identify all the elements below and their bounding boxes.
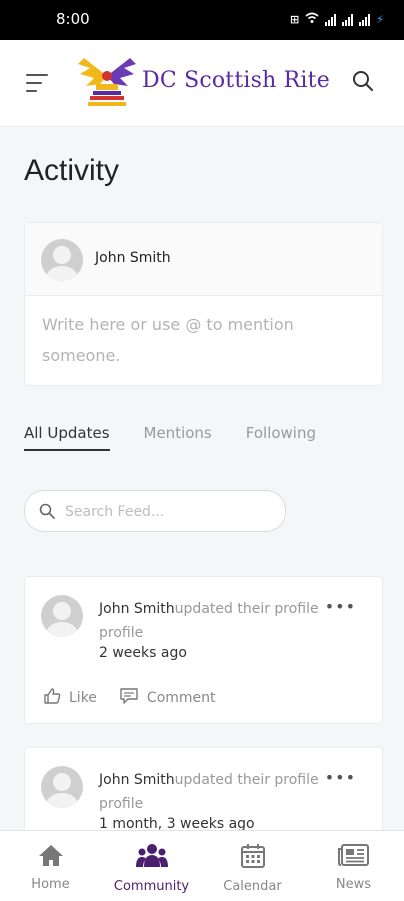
search-icon [39,503,55,523]
activity-actions: Like Comment [43,687,216,709]
calendar-icon [240,843,266,873]
community-icon [135,843,168,873]
home-icon [38,843,64,871]
nav-news-label: News [335,877,372,892]
comment-label: Comment [146,690,216,706]
battery-icon: ⚡ [376,13,384,26]
nav-community[interactable]: Community [101,831,202,901]
nav-news[interactable]: News [303,831,404,901]
signal-icon [342,13,354,26]
like-label: Like [69,690,97,706]
comment-button[interactable]: Comment [119,687,216,709]
post-composer[interactable]: John Smith Write here or use @ to mentio… [24,222,383,386]
activity-action: updated their profile [174,601,319,617]
avatar[interactable] [41,766,83,808]
composer-username: John Smith [95,250,171,266]
more-options-icon[interactable]: ••• [325,597,356,616]
composer-header: John Smith [25,223,382,296]
page-title: Activity [24,154,120,187]
activity-action-cont: profile [99,796,144,812]
signal-icon [359,13,371,26]
nav-calendar-label: Calendar [223,879,282,894]
search-icon[interactable] [352,70,374,96]
nav-community-label: Community [113,879,190,894]
more-options-icon[interactable]: ••• [325,768,356,787]
search-feed-input[interactable] [63,499,267,525]
brand-name: DC Scottish Rite [142,68,330,93]
menu-icon[interactable] [26,74,48,98]
activity-action-cont: profile [99,625,144,641]
activity-action: updated their profile [174,772,319,788]
comment-icon [119,687,139,709]
tab-all-updates[interactable]: All Updates [24,424,110,451]
nav-home[interactable]: Home [0,831,101,901]
tab-following[interactable]: Following [246,424,316,451]
activity-username[interactable]: John Smith [99,601,175,617]
like-button[interactable]: Like [43,687,97,709]
nav-calendar[interactable]: Calendar [202,831,303,901]
news-icon [337,843,370,871]
nav-home-label: Home [31,877,70,892]
composer-input[interactable]: Write here or use @ to mention someone. [42,309,342,371]
feed-tabs: All Updates Mentions Following [24,424,316,451]
tab-mentions[interactable]: Mentions [144,424,212,451]
activity-text: John Smithupdated their profile profile [99,597,339,645]
status-time: 8:00 [56,10,90,28]
status-bar: 8:00 ⊞ ⚡ [0,0,404,40]
activity-card: John Smithupdated their profile profile … [24,576,383,724]
app-header: DC Scottish Rite [0,40,404,127]
avatar [41,239,83,281]
brand-logo [78,58,136,106]
activity-text: John Smithupdated their profile profile [99,768,339,816]
signal-icon [325,13,337,26]
search-feed-box [24,490,286,532]
avatar[interactable] [41,595,83,637]
thumbs-up-icon [43,687,61,709]
status-icons: ⊞ ⚡ [290,12,384,27]
bottom-navigation: Home Community Calendar News [0,830,404,901]
activity-username[interactable]: John Smith [99,772,175,788]
volte-icon: ⊞ [290,13,300,26]
wifi-icon [305,12,319,27]
activity-time: 2 weeks ago [99,645,187,661]
